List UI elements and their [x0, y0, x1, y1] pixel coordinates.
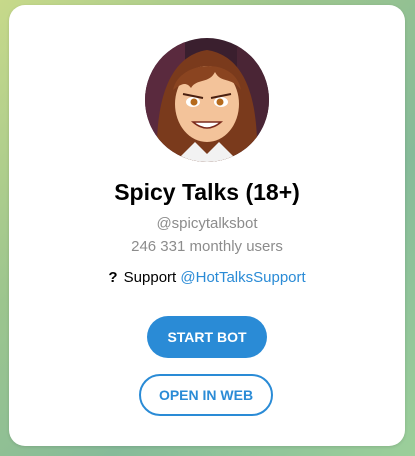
bot-username: @spicytalksbot	[156, 215, 258, 232]
question-mark-icon: ?	[108, 269, 118, 286]
monthly-users-count: 246 331 monthly users	[131, 238, 283, 255]
support-link[interactable]: @HotTalksSupport	[180, 269, 305, 286]
bot-name: Spicy Talks (18+)	[114, 179, 300, 205]
support-line: ? Support @HotTalksSupport	[9, 269, 405, 286]
avatar-image	[145, 38, 269, 162]
support-label: Support	[123, 269, 177, 286]
bot-avatar	[145, 38, 269, 162]
open-in-web-button[interactable]: OPEN IN WEB	[139, 374, 273, 416]
start-bot-button[interactable]: START BOT	[147, 316, 267, 358]
bot-profile-card: Spicy Talks (18+) @spicytalksbot 246 331…	[9, 5, 405, 446]
